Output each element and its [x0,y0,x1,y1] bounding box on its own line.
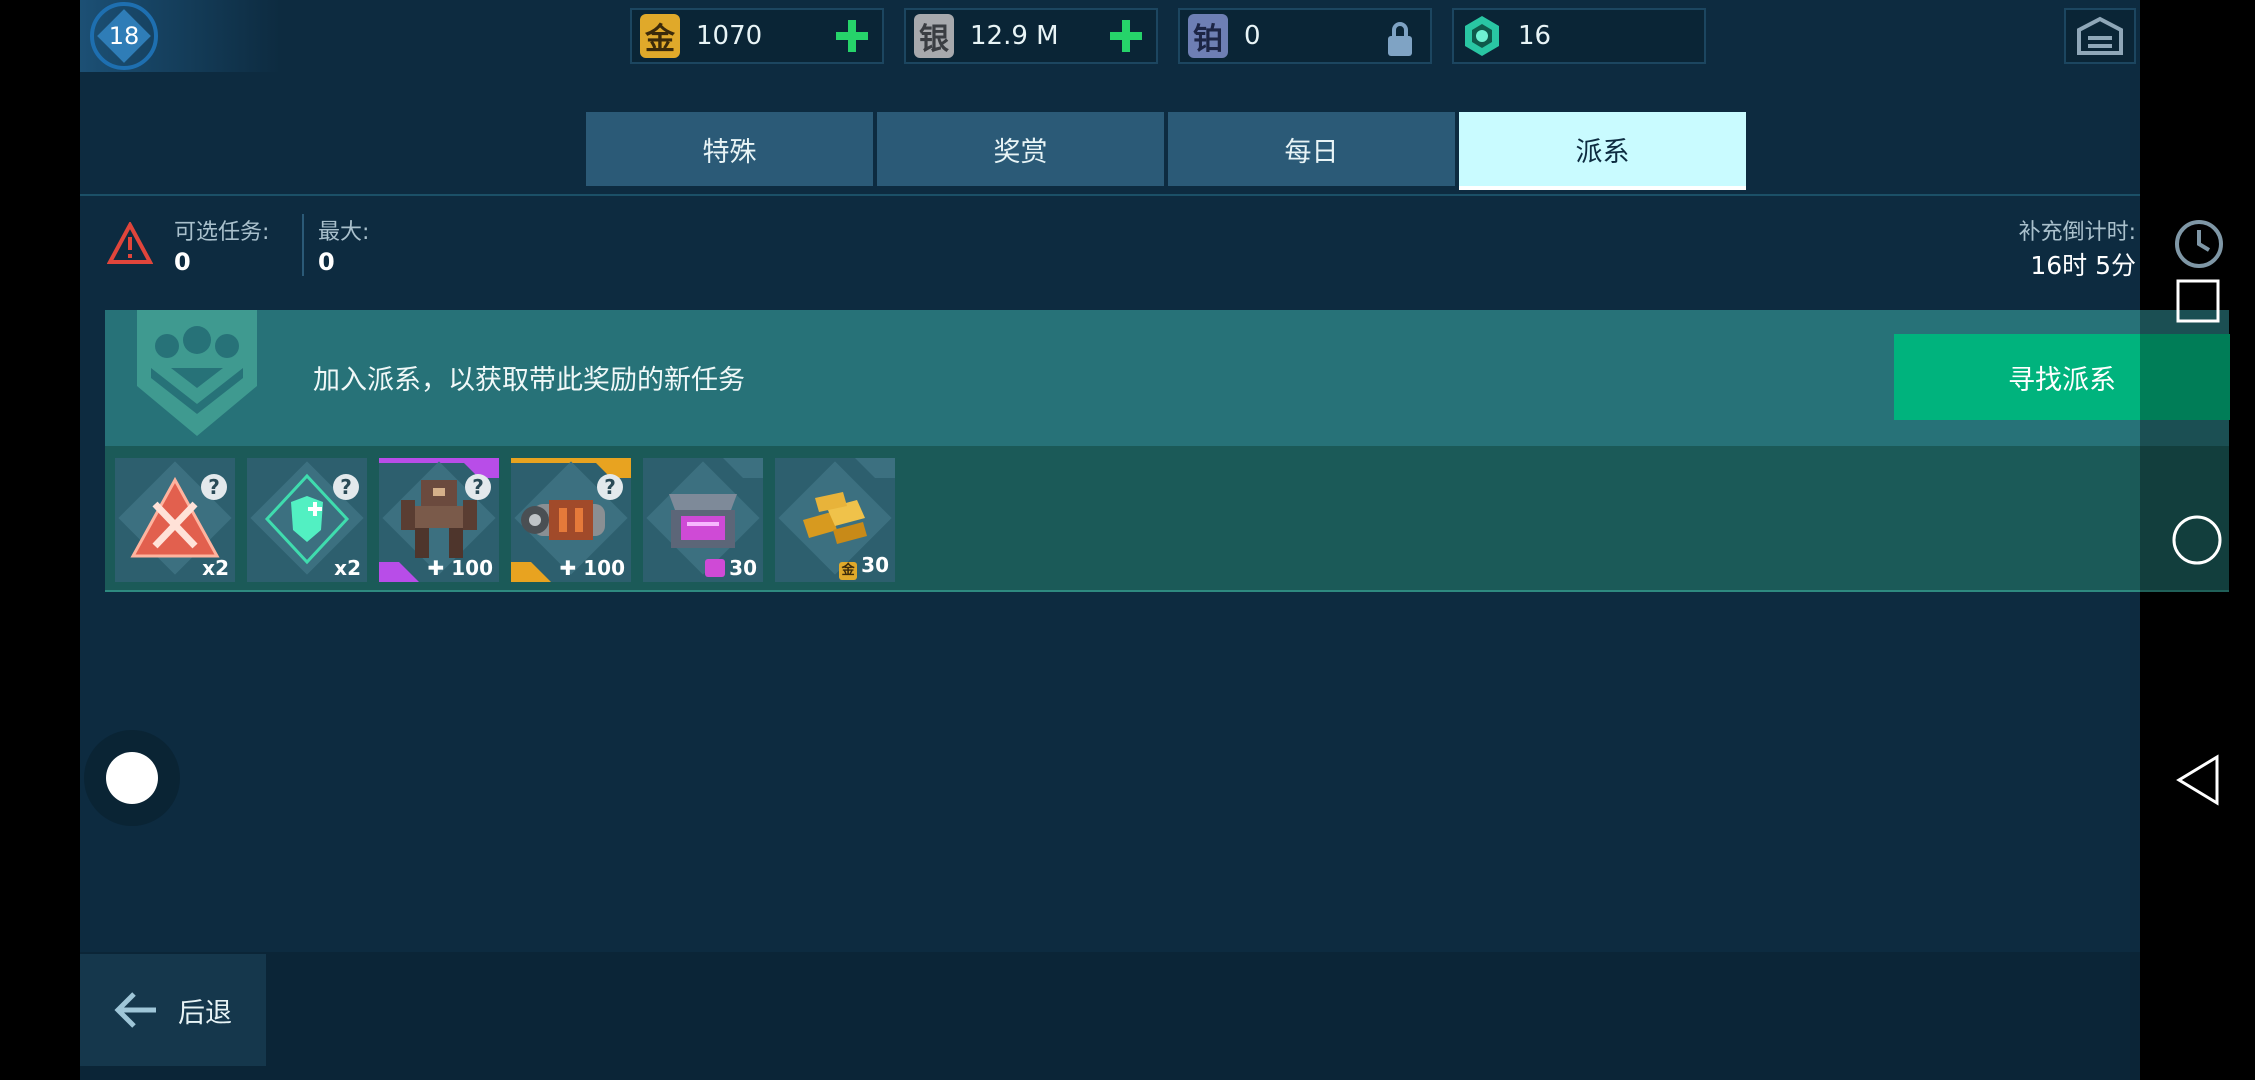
reward-count: 30 [705,556,757,580]
platinum-currency: 铂 0 [1178,8,1432,64]
reward-item[interactable]: ? x2 [115,458,235,582]
info-icon[interactable]: ? [201,474,227,500]
reward-item[interactable]: 金 30 [775,458,895,582]
warning-icon [107,222,153,264]
faction-emblem-icon [137,310,257,436]
reward-item[interactable]: ? ✚ 100 [511,458,631,582]
back-button[interactable]: 后退 [80,954,266,1066]
hangar-button[interactable] [2064,8,2136,64]
gold-icon: 金 [839,562,858,580]
back-label: 后退 [178,997,232,1029]
bottom-bar: 后退 [80,952,2140,1080]
available-missions-label: 可选任务: [174,220,270,245]
gold-bars-icon [803,492,867,544]
tab-divider [80,194,2140,196]
back-arrow-icon [114,992,156,1028]
mission-stats: 可选任务: 0 最大: 0 补充倒计时: 16时 5分 [80,200,2140,300]
reward-item[interactable]: ? x2 [247,458,367,582]
gold-value: 1070 [696,21,763,51]
silver-value: 12.9 M [970,21,1059,51]
back-nav-icon[interactable] [2175,754,2221,806]
max-missions-value: 0 [318,248,335,276]
reward-count: x2 [334,556,361,580]
info-icon[interactable]: ? [465,474,491,500]
gem-icon [1462,14,1502,58]
faction-banner: 加入派系，以获取带此奖励的新任务 寻找派系 [105,310,2230,446]
key-icon [705,559,726,577]
refill-countdown-label: 补充倒计时: [2018,220,2136,245]
info-icon[interactable]: ? [333,474,359,500]
reward-count: ✚ 100 [427,556,493,580]
gold-currency: 金 1070 [630,8,884,64]
hangar-icon [2077,16,2123,55]
assistive-touch-button[interactable] [84,730,180,826]
reward-count: x2 [202,556,229,580]
add-gold-button[interactable] [834,18,870,54]
recents-icon[interactable] [2175,278,2221,324]
reward-count: ✚ 100 [559,556,625,580]
gem-currency: 16 [1452,8,1706,64]
faction-banner-text: 加入派系，以获取带此奖励的新任务 [313,365,745,396]
max-missions-label: 最大: [318,220,370,245]
app-screen: 18 金 1070 银 12.9 M 铂 0 16 特殊 奖赏 每日 派系 可选… [80,0,2230,1080]
parts-icon: ✚ [427,556,452,580]
refill-countdown-value: 16时 5分 [2030,251,2136,280]
top-bar: 18 金 1070 银 12.9 M 铂 0 16 [80,0,2140,72]
available-missions-value: 0 [174,248,191,276]
player-level-badge[interactable]: 18 [90,2,158,70]
gem-value: 16 [1518,21,1552,51]
gold-icon: 金 [640,14,680,58]
silver-icon: 银 [914,14,954,58]
rewards-row: ? x2 ? x2 ? ✚ 100 ? ✚ 100 30 金 30 [105,446,2229,592]
add-silver-button[interactable] [1108,18,1144,54]
clock-icon [2175,220,2223,268]
info-icon[interactable]: ? [597,474,623,500]
parts-icon: ✚ [559,556,584,580]
tab-reward[interactable]: 奖赏 [877,112,1164,186]
tab-special[interactable]: 特殊 [586,112,873,186]
reward-count: 金 30 [839,553,889,580]
reward-item[interactable]: 30 [643,458,763,582]
platinum-value: 0 [1244,21,1261,51]
player-level: 18 [108,22,140,50]
reward-item[interactable]: ? ✚ 100 [379,458,499,582]
key-chest-icon [669,494,737,548]
tab-faction[interactable]: 派系 [1459,112,1746,190]
home-icon[interactable] [2171,514,2223,566]
lock-icon [1382,18,1418,58]
tab-daily[interactable]: 每日 [1168,112,1455,186]
silver-currency: 银 12.9 M [904,8,1158,64]
platinum-icon: 铂 [1188,14,1228,58]
